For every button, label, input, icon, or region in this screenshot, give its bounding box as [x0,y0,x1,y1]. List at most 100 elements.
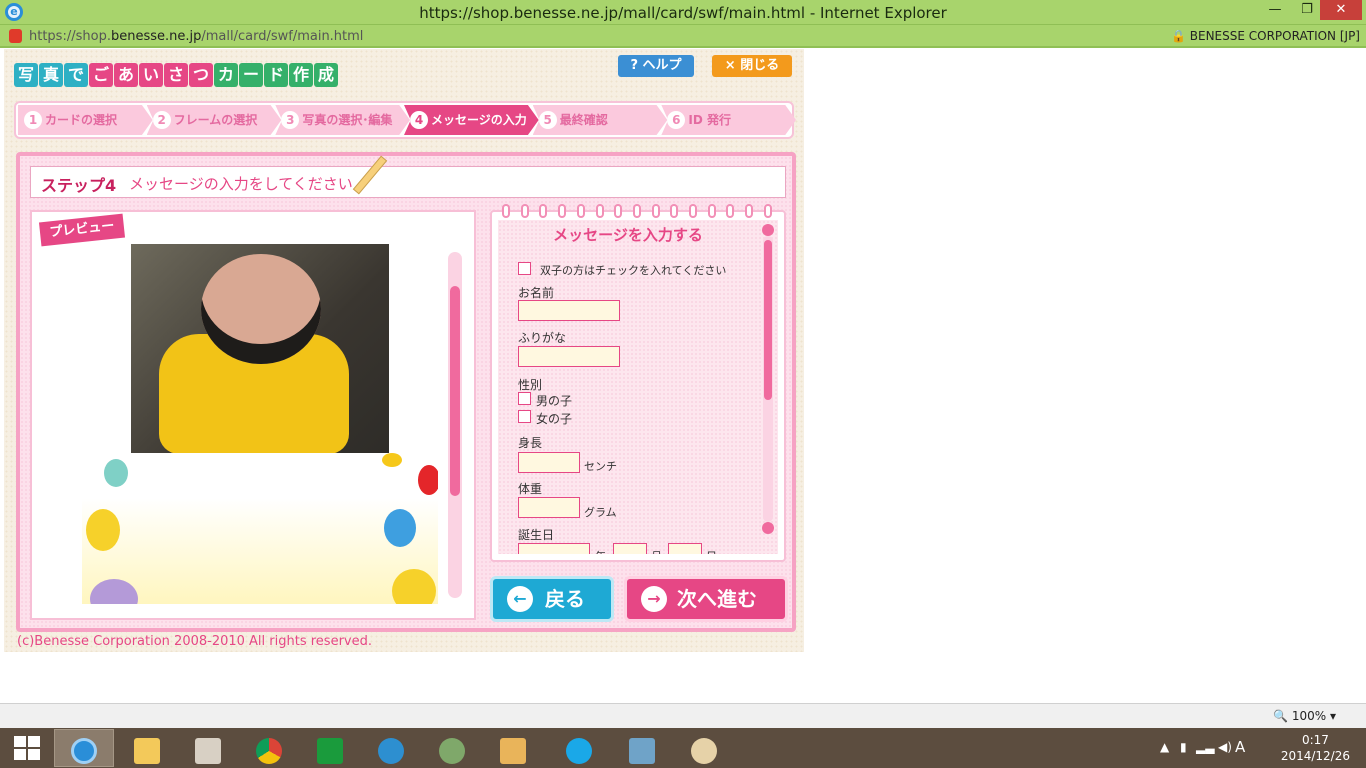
taskbar-browser-swirl-icon[interactable] [361,729,421,767]
scroll-up-arrow[interactable] [762,224,774,236]
balloon-teal [104,459,128,487]
taskbar-photos-icon[interactable] [612,729,672,767]
female-checkbox[interactable] [518,410,531,423]
baby-photo [131,244,389,454]
url-prefix: https://shop. [29,29,111,44]
app-logo: 写真でごあいさつカード作成 [14,63,338,89]
preview-scrollbar[interactable] [448,252,462,598]
male-checkbox[interactable] [518,392,531,405]
preview-label: プレビュー [38,213,126,247]
weight-input[interactable] [518,497,580,518]
notebook-rings [502,204,772,218]
step-title: ステップ4 [41,176,117,195]
smiley-balloon-icon [86,509,120,551]
logo-char: あ [114,63,138,87]
height-input[interactable] [518,452,580,473]
preview-scroll-thumb[interactable] [450,286,460,496]
clock-date: 2014/12/26 [1280,749,1350,763]
taskbar-game-app-icon[interactable] [422,729,482,767]
name-input[interactable] [518,300,620,321]
form-scroll-thumb[interactable] [764,240,772,400]
smiley-balloon-icon [392,569,436,604]
system-tray: ▲ ▮ ▂▃ ◀) A 0:17 2014/12/26 [1136,728,1366,768]
logo-char: 成 [314,63,338,87]
male-label: 男の子 [536,394,573,408]
birth-day-input[interactable] [668,543,702,554]
main-panel: ステップ4 メッセージの入力をしてください プレビュー メッセージを入力する 双… [16,152,796,632]
network-icon[interactable]: ▂▃ [1196,740,1214,754]
logo-char: ー [239,63,263,87]
url-domain: benesse.ne.jp [110,29,202,44]
scroll-down-arrow[interactable] [762,522,774,534]
step-5: 5 最終確認 [532,105,668,135]
org-name: BENESSE CORPORATION [JP] [1189,29,1360,43]
step-4-current: 4 メッセージの入力 [404,105,539,135]
card-preview [82,244,438,604]
start-button[interactable] [14,736,40,760]
logo-char: で [64,63,88,87]
minimize-button[interactable]: — [1260,0,1290,20]
taskbar-photo-folder-icon[interactable] [483,729,543,767]
birth-year-input[interactable] [518,543,590,554]
kana-label: ふりがな [518,331,567,345]
balloon-yellow [382,453,402,467]
form-title: メッセージを入力する [553,226,703,244]
clock[interactable]: 0:17 2014/12/26 [1281,732,1350,764]
close-window-button[interactable]: ✕ [1320,0,1362,20]
logo-char: 真 [39,63,63,87]
logo-char: い [139,63,163,87]
message-form-panel: メッセージを入力する 双子の方はチェックを入れてください お名前 ふりがな 性別… [490,204,786,562]
step-3: 3 写真の選択･編集 [275,105,411,135]
copyright: (c)Benesse Corporation 2008-2010 All rig… [17,634,372,649]
restore-button[interactable]: ❐ [1292,0,1322,20]
taskbar-store-icon[interactable] [300,729,360,767]
card-app: 写真でごあいさつカード作成 ? ヘルプ × 閉じる 1 カードの選択 2 フレームの… [4,49,804,652]
step-heading: ステップ4 メッセージの入力をしてください [30,155,786,198]
security-org[interactable]: 🔒 BENESSE CORPORATION [JP] [1171,29,1360,43]
logo-char: つ [189,63,213,87]
female-label: 女の子 [536,412,573,426]
twins-checkbox[interactable] [518,262,531,275]
taskbar-chrome-icon[interactable] [239,729,299,767]
next-arrow-icon: → [641,586,667,612]
back-button[interactable]: ← 戻る [490,576,614,622]
zoom-control[interactable]: 🔍 100% ▾ [1273,709,1336,723]
taskbar-paint-icon[interactable] [674,729,734,767]
balloon-purple [90,579,138,604]
ime-indicator[interactable]: A [1235,738,1245,756]
status-bar: 🔍 100% ▾ [0,703,1366,728]
back-label: 戻る [545,587,585,611]
close-app-button[interactable]: × 閉じる [712,55,792,77]
taskbar-file-explorer-icon[interactable] [117,729,177,767]
battery-icon[interactable]: ▮ [1180,740,1187,754]
month-unit: 月 [651,548,662,554]
show-hidden-icons[interactable]: ▲ [1160,740,1169,754]
day-unit: 日 [706,548,717,554]
step-progress: 1 カードの選択 2 フレームの選択 3 写真の選択･編集 4 メッセージの入力 5 最終… [14,101,797,139]
step-description: メッセージの入力をしてください [129,175,353,193]
height-unit: センチ [584,460,617,473]
kana-input[interactable] [518,346,620,367]
address-bar[interactable]: https://shop.benesse.ne.jp/mall/card/swf… [0,25,1366,48]
taskbar-internet-explorer-icon[interactable] [54,729,114,767]
birthday-label: 誕生日 [518,528,555,542]
form-scrollbar[interactable] [762,224,774,534]
gender-label: 性別 [518,378,543,392]
card-frame-balloons [82,453,438,604]
help-button[interactable]: ? ヘルプ [618,55,694,77]
taskbar-skype-icon[interactable] [549,729,609,767]
logo-char: ご [89,63,113,87]
window-title: https://shop.benesse.ne.jp/mall/card/swf… [419,4,947,22]
logo-char: 作 [289,63,313,87]
site-icon [9,29,22,43]
height-label: 身長 [518,436,543,450]
taskbar-media-app-icon[interactable] [178,729,238,767]
volume-icon[interactable]: ◀) [1218,740,1232,754]
page-content: 写真でごあいさつカード作成 ? ヘルプ × 閉じる 1 カードの選択 2 フレームの… [0,49,1366,703]
birth-month-input[interactable] [613,543,647,554]
message-form: メッセージを入力する 双子の方はチェックを入れてください お名前 ふりがな 性別… [498,220,778,554]
url-text[interactable]: https://shop.benesse.ne.jp/mall/card/swf… [29,29,363,44]
twins-label: 双子の方はチェックを入れてください [540,264,727,277]
next-button[interactable]: → 次へ進む [624,576,788,622]
logo-char: さ [164,63,188,87]
